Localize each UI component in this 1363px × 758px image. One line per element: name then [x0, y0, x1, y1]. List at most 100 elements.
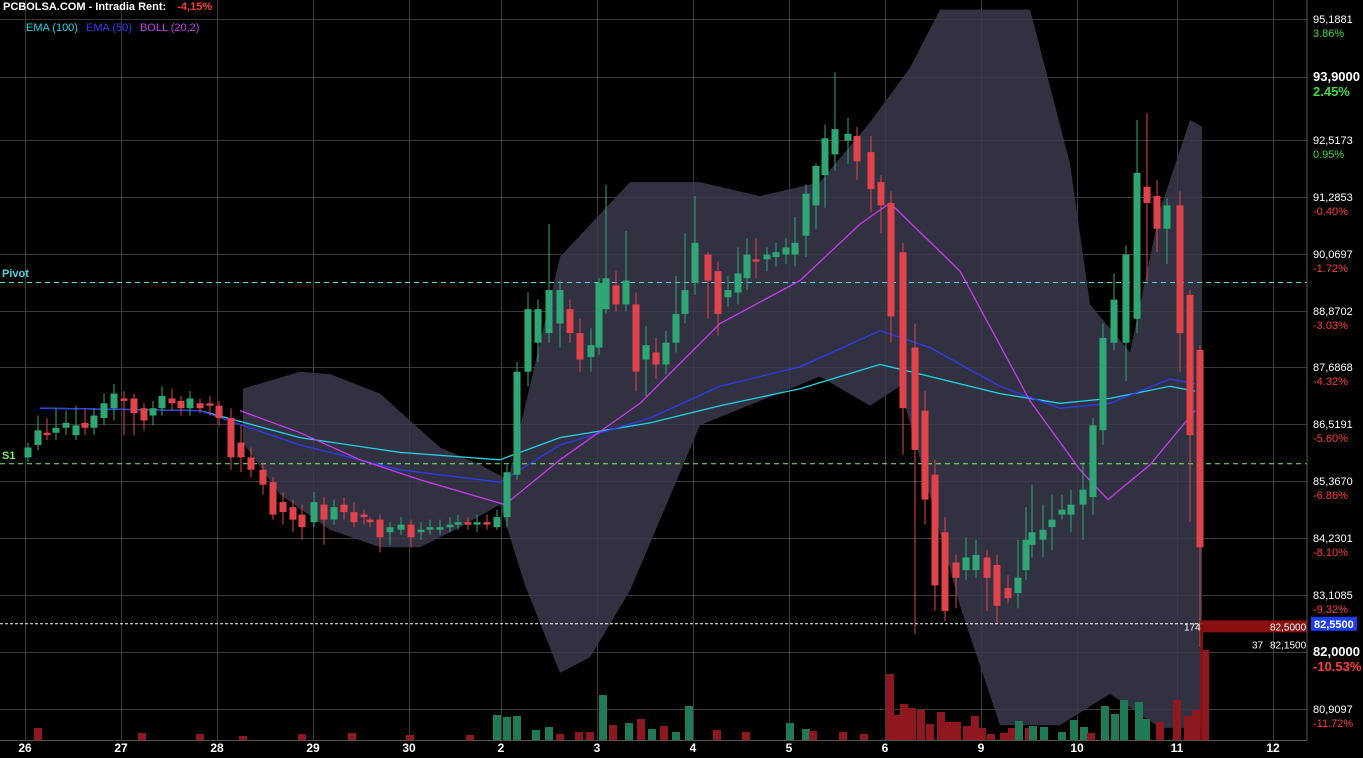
x-tick-label: 3 [594, 741, 601, 755]
x-tick-label: 30 [402, 741, 416, 755]
candle-up [972, 554, 980, 571]
y-tick-label: 86,5191 [1313, 419, 1353, 431]
candle-up [1028, 532, 1036, 545]
candle-down [43, 432, 51, 436]
x-tick-label: 9 [978, 741, 985, 755]
volume-bar [886, 674, 894, 740]
y-tick-label: 88,8702 [1313, 306, 1353, 318]
candle-up [24, 447, 32, 458]
legend-ema100[interactable]: EMA (100) [26, 22, 78, 34]
candle-up [662, 342, 670, 365]
x-tick-label: 29 [306, 741, 320, 755]
volume-bar [1111, 714, 1119, 740]
volume-bar [298, 734, 306, 740]
y-tick-label: 82,0000 [1313, 644, 1360, 659]
price-chart[interactable]: 82,5500 174 82,5000 37 82,1500 95,1881 3.86%… [0, 0, 1363, 758]
header-source: PCBOLSA.COM - Intradia [3, 1, 136, 13]
candle-up [34, 430, 42, 446]
candle-up [602, 278, 610, 310]
candle-down [899, 252, 907, 409]
x-tick-label: 27 [114, 741, 128, 755]
pivot-label: Pivot [2, 268, 29, 281]
candle-up [493, 517, 501, 528]
candle-up [186, 398, 194, 409]
candle-down [366, 519, 374, 523]
candle-up [1067, 504, 1075, 515]
candle-down [140, 408, 148, 421]
volume-bar [1120, 700, 1128, 740]
x-tick-label: 28 [210, 741, 224, 755]
x-tick-label: 4 [690, 741, 697, 755]
candle-up [100, 403, 108, 418]
candle-up [802, 193, 810, 236]
volume-bar [493, 715, 501, 740]
volume-bar [809, 731, 817, 740]
y-tick-label: 91,2853 [1313, 192, 1353, 204]
candle-up [1089, 425, 1097, 498]
last-price-label: 82,5500 [1314, 619, 1354, 631]
candle-down [1186, 294, 1194, 436]
candle-up [545, 290, 553, 334]
volume-bar [713, 730, 721, 740]
candle-down [704, 254, 712, 281]
order-book-price: 82,5000 [1270, 622, 1307, 633]
volume-bar [1029, 726, 1037, 740]
x-tick-label: 2 [498, 741, 505, 755]
candle-up [72, 425, 80, 436]
s1-label: S1 [2, 449, 16, 462]
candle-up [812, 165, 820, 206]
candle-up [782, 247, 790, 255]
volume-bar [196, 734, 204, 740]
volume-bar [34, 728, 42, 740]
candle-down [168, 398, 176, 404]
volume-bar [556, 734, 564, 740]
volume-bar [513, 716, 521, 740]
candle-down [269, 482, 277, 515]
volume-bar [599, 695, 607, 740]
candle-down [887, 203, 895, 317]
candle-up [534, 309, 542, 343]
candle-up [454, 522, 462, 525]
volume-bar [802, 729, 810, 740]
volume-bar [648, 729, 656, 740]
volume-bar [1192, 710, 1200, 740]
candle-down [206, 403, 214, 406]
candle-down [612, 285, 620, 305]
candle-up [772, 252, 780, 257]
candle-up [524, 309, 532, 372]
candle-up [149, 408, 157, 416]
volume-bar [839, 732, 847, 740]
candle-up [1014, 577, 1022, 594]
candle-down [340, 504, 348, 513]
candle-down [752, 259, 760, 262]
volume-bar [1000, 733, 1008, 740]
candle-down [376, 519, 384, 538]
y-tick-pct: -10.53% [1313, 659, 1362, 674]
candle-down [921, 410, 929, 500]
candle-up [1022, 539, 1030, 571]
order-book-price: 82,1500 [1270, 640, 1307, 651]
order-book-qty: 174 [1184, 622, 1201, 633]
candle-down [576, 333, 584, 360]
y-tick-label: 93,9000 [1313, 69, 1360, 84]
y-tick-pct: -4.32% [1313, 376, 1348, 388]
candle-down [566, 309, 574, 334]
volume-bar [138, 733, 146, 740]
candle-up [1079, 489, 1087, 505]
x-tick-label: 26 [18, 741, 32, 755]
x-tick-label: 6 [882, 741, 889, 755]
x-tick-label: 10 [1070, 741, 1084, 755]
volume-bar [987, 734, 995, 740]
volume-bar [893, 715, 901, 740]
legend-ema50[interactable]: EMA (50) [86, 22, 132, 34]
candle-down [196, 403, 204, 409]
candle-up [821, 138, 829, 176]
candle-down [1143, 186, 1151, 204]
legend-boll[interactable]: BOLL (20,2) [140, 22, 200, 34]
y-tick-pct: -8.10% [1313, 547, 1348, 559]
candle-down [407, 524, 415, 538]
volume-bar [1008, 728, 1016, 740]
candle-up [962, 557, 970, 571]
candle-down [360, 514, 368, 518]
candle-up [681, 290, 689, 314]
